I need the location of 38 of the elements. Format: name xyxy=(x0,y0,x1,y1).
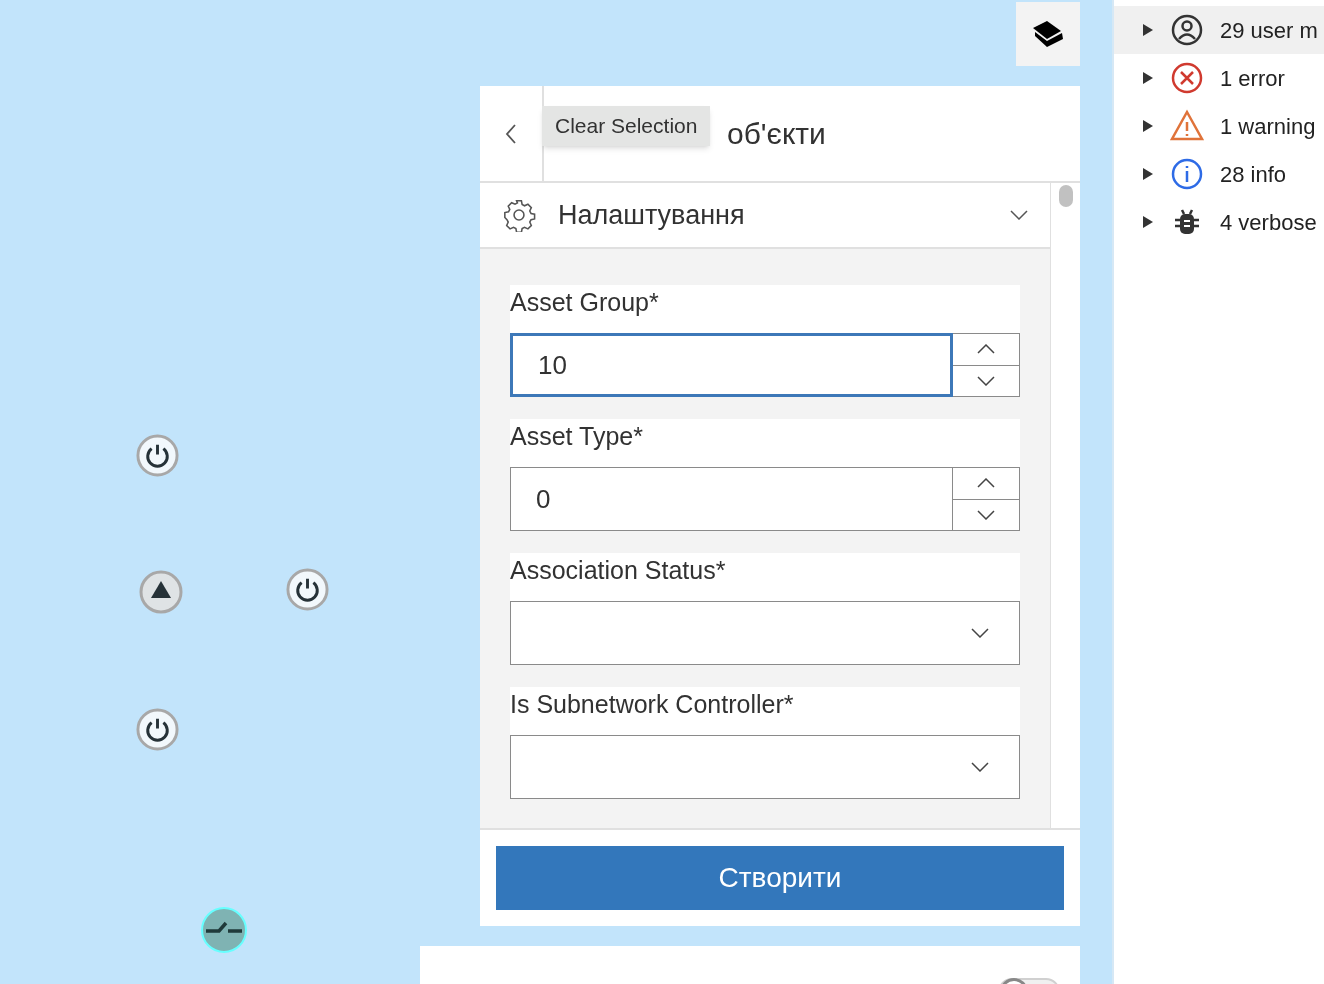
chevron-left-icon xyxy=(505,123,517,144)
switch-marker-icon[interactable] xyxy=(200,906,248,954)
field-label: Asset Type* xyxy=(510,421,644,452)
field-label: Association Status* xyxy=(510,555,727,586)
select-field[interactable] xyxy=(510,601,1020,665)
power-marker-icon[interactable] xyxy=(135,433,180,478)
field-label: Is Subnetwork Controller* xyxy=(510,689,795,720)
tooltip: Clear Selection xyxy=(542,106,711,146)
select-field[interactable] xyxy=(510,735,1020,799)
gear-icon xyxy=(502,198,536,232)
number-field[interactable]: 0 xyxy=(510,467,953,531)
layers-button[interactable] xyxy=(1016,2,1080,66)
chevron-down-icon xyxy=(1010,210,1028,220)
power-marker-icon[interactable] xyxy=(285,567,330,612)
expand-triangle-icon xyxy=(1142,167,1154,181)
warning-icon xyxy=(1170,109,1204,143)
layers-icon xyxy=(1031,19,1065,49)
user-icon xyxy=(1170,13,1204,47)
console-filter-item[interactable]: 29 user m xyxy=(1114,6,1324,54)
chevron-down-icon xyxy=(971,628,989,638)
error-icon xyxy=(1170,61,1204,95)
chevron-up-icon xyxy=(977,344,995,355)
expand-triangle-icon xyxy=(1142,71,1154,85)
expand-triangle-icon xyxy=(1142,119,1154,133)
info-icon xyxy=(1170,157,1204,191)
number-field[interactable]: 10 xyxy=(510,333,953,397)
expand-triangle-icon xyxy=(1142,215,1154,229)
chevron-down-icon xyxy=(971,762,989,772)
chevron-up-icon xyxy=(977,478,995,489)
create-button[interactable]: Створити xyxy=(496,846,1064,910)
chevron-down-icon xyxy=(977,375,995,386)
triangle-marker-icon[interactable] xyxy=(138,569,184,615)
chevron-down-icon xyxy=(977,509,995,520)
expand-triangle-icon xyxy=(1142,23,1154,37)
panel-title: об'єкти xyxy=(727,116,826,152)
power-marker-icon[interactable] xyxy=(135,707,180,752)
settings-section-header[interactable]: Налаштування xyxy=(480,183,1050,249)
field-label: Asset Group* xyxy=(510,287,660,318)
